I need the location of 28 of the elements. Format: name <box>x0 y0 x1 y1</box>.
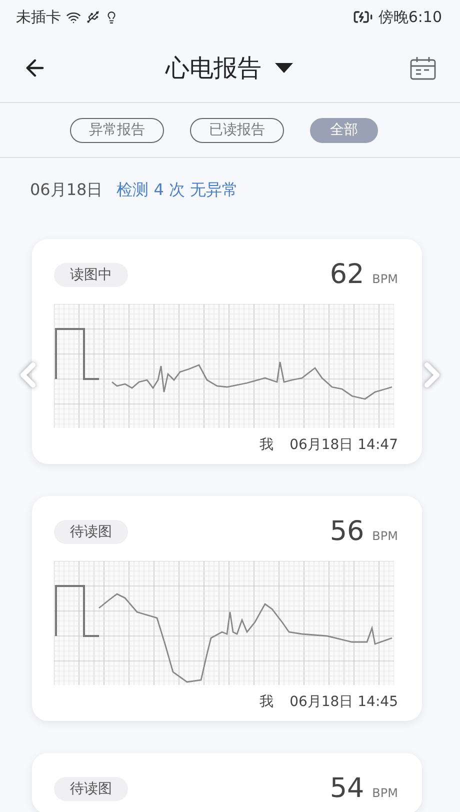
bpm-unit: BPM <box>372 272 398 286</box>
clock-text: 傍晚6:10 <box>378 8 442 26</box>
bpm-unit: BPM <box>372 786 398 800</box>
time-text: 06月18日 14:47 <box>290 436 398 454</box>
report-card[interactable]: 读图中 62 BPM 我 06月18日 14:47 <box>32 239 422 464</box>
filter-tab[interactable]: 已读报告 <box>190 118 284 142</box>
report-card[interactable]: 待读图 54 BPM <box>32 753 422 812</box>
time-text: 06月18日 14:45 <box>290 693 398 711</box>
owner-text: 我 <box>260 693 274 711</box>
date-text: 06月18日 <box>30 180 103 201</box>
calendar-icon[interactable] <box>410 56 436 80</box>
status-tag: 待读图 <box>54 520 128 544</box>
wifi-icon <box>66 10 81 24</box>
bpm-unit: BPM <box>372 529 398 543</box>
usb-icon <box>86 10 100 24</box>
caret-icon[interactable] <box>274 63 292 73</box>
owner-text: 我 <box>260 436 274 454</box>
status-tag: 读图中 <box>54 262 128 286</box>
bpm-value: 62 <box>330 259 364 290</box>
filter-tab[interactable]: 异常报告 <box>70 118 164 142</box>
bpm-value: 54 <box>330 773 364 804</box>
status-tag: 待读图 <box>54 776 128 800</box>
bulb-icon <box>105 10 118 24</box>
carrier-text: 未插卡 <box>16 8 61 26</box>
page-title[interactable]: 心电报告 <box>166 52 262 84</box>
report-card[interactable]: 待读图 56 BPM 我 06月18日 14:45 <box>32 496 422 721</box>
bpm-value: 56 <box>330 516 364 547</box>
result-text: 检测 4 次 无异常 <box>116 180 238 201</box>
